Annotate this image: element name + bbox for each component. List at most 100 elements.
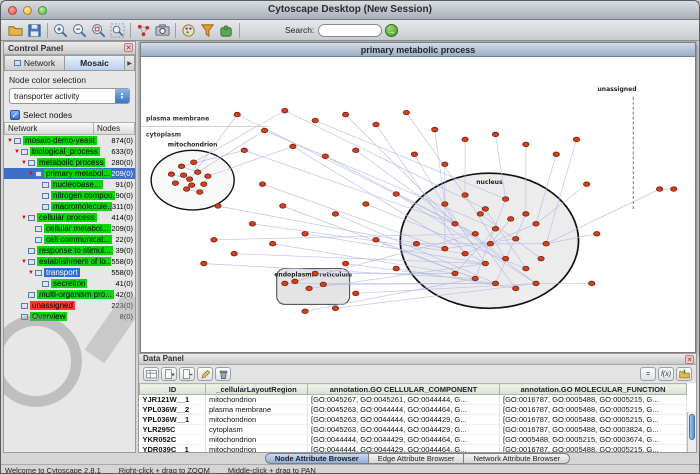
table-cell[interactable]: [GO:0016787, GO:0005488, GO:0005215, G..… bbox=[500, 395, 687, 405]
table-cell[interactable]: [GO:0045263, GO:0044444, GO:0044429, G..… bbox=[308, 425, 500, 435]
graph-node[interactable] bbox=[442, 202, 448, 207]
graph-node[interactable] bbox=[306, 286, 312, 291]
table-cell[interactable]: [GO:0016787, GO:0005488, GO:0005215, G..… bbox=[500, 445, 687, 453]
nodes-column-header[interactable]: Nodes bbox=[94, 122, 135, 135]
graph-node[interactable] bbox=[452, 271, 458, 276]
tree-row[interactable]: nucleobase...91(0) bbox=[4, 179, 135, 190]
graph-node[interactable] bbox=[249, 222, 255, 227]
expand-arrow-icon[interactable]: ▼ bbox=[6, 138, 14, 144]
graph-node[interactable] bbox=[442, 246, 448, 251]
graph-node[interactable] bbox=[342, 261, 348, 266]
table-cell[interactable]: plasma membrane bbox=[206, 405, 308, 415]
graph-edge[interactable] bbox=[315, 121, 505, 199]
graph-node[interactable] bbox=[270, 241, 276, 246]
graph-node[interactable] bbox=[442, 162, 448, 167]
expand-arrow-icon[interactable]: ▼ bbox=[20, 259, 28, 265]
graph-node[interactable] bbox=[671, 187, 677, 192]
zoom-out-icon[interactable] bbox=[70, 21, 89, 39]
expand-arrow-icon[interactable]: ▼ bbox=[13, 149, 21, 155]
graph-node[interactable] bbox=[168, 172, 174, 177]
graph-node[interactable] bbox=[411, 152, 417, 157]
graph-node[interactable] bbox=[573, 137, 579, 142]
tab-node-attribute-browser[interactable]: Node Attribute Browser bbox=[265, 453, 369, 464]
graph-node[interactable] bbox=[332, 306, 338, 311]
graph-node[interactable] bbox=[261, 128, 267, 133]
table-cell[interactable]: [GO:0045263, GO:0044444, GO:0044429, G..… bbox=[308, 415, 500, 425]
graph-node[interactable] bbox=[205, 174, 211, 179]
tree-row[interactable]: multi-organism pro...42(0) bbox=[4, 289, 135, 300]
table-cell[interactable]: mitochondrion bbox=[206, 435, 308, 445]
graph-node[interactable] bbox=[302, 232, 308, 237]
tab-network-attribute-browser[interactable]: Network Attribute Browser bbox=[464, 453, 570, 464]
graph-node[interactable] bbox=[538, 256, 544, 261]
graph-node[interactable] bbox=[523, 266, 529, 271]
table-cell[interactable]: [GO:0005488, GO:0005215, GO:0003674, G..… bbox=[500, 435, 687, 445]
table-row[interactable]: YJR121W__1mitochondrion[GO:0045267, GO:0… bbox=[140, 395, 687, 405]
graph-node[interactable] bbox=[191, 160, 197, 165]
expand-arrow-icon[interactable]: ▼ bbox=[27, 270, 35, 276]
tree-row[interactable]: ▼establishment of lo...558(0) bbox=[4, 256, 135, 267]
graph-node[interactable] bbox=[487, 241, 493, 246]
graph-node[interactable] bbox=[492, 132, 498, 137]
delete-attribute-icon[interactable] bbox=[179, 367, 195, 381]
graph-node[interactable] bbox=[180, 173, 186, 178]
table-cell[interactable]: YKR052C bbox=[140, 435, 206, 445]
search-go-icon[interactable]: → bbox=[385, 24, 398, 37]
graph-node[interactable] bbox=[553, 152, 559, 157]
graph-node[interactable] bbox=[452, 222, 458, 227]
zoom-selected-icon[interactable] bbox=[89, 21, 108, 39]
graph-node[interactable] bbox=[523, 142, 529, 147]
table-row[interactable]: YLR295Ccytoplasm[GO:0045263, GO:0044444,… bbox=[140, 425, 687, 435]
table-cell[interactable]: mitochondrion bbox=[206, 415, 308, 425]
graph-node[interactable] bbox=[211, 237, 217, 242]
graph-node[interactable] bbox=[280, 204, 286, 209]
tree-row[interactable]: macromolecule...311(0) bbox=[4, 201, 135, 212]
column-header[interactable]: _cellularLayoutRegion bbox=[206, 384, 308, 395]
graph-node[interactable] bbox=[312, 271, 318, 276]
tab-edge-attribute-browser[interactable]: Edge Attribute Browser bbox=[369, 453, 465, 464]
save-session-icon[interactable] bbox=[25, 21, 44, 39]
tree-row[interactable]: ▼primary metabol...209(0) bbox=[4, 168, 135, 179]
graph-node[interactable] bbox=[656, 187, 662, 192]
table-row[interactable]: YDR039C__1mitochondrion[GO:0044444, GO:0… bbox=[140, 445, 687, 453]
graph-node[interactable] bbox=[462, 193, 468, 198]
graph-node[interactable] bbox=[413, 241, 419, 246]
table-cell[interactable]: [GO:0045267, GO:0045261, GO:0044444, G..… bbox=[308, 395, 500, 405]
graph-node[interactable] bbox=[312, 118, 318, 123]
network-frame-title[interactable]: primary metabolic process bbox=[141, 43, 695, 57]
tree-row[interactable]: ▼cellular process414(0) bbox=[4, 212, 135, 223]
search-input[interactable] bbox=[318, 24, 382, 37]
tree-row[interactable]: cell communicat...22(0) bbox=[4, 234, 135, 245]
tree-row[interactable]: Overview8(0) bbox=[4, 311, 135, 322]
table-cell[interactable]: [GO:0045263, GO:0044444, GO:0044464, G..… bbox=[308, 405, 500, 415]
network-canvas[interactable]: mitochondrionnucleusendoplasmic reticulu… bbox=[141, 57, 695, 352]
tree-row[interactable]: secretion41(0) bbox=[4, 278, 135, 289]
graph-node[interactable] bbox=[231, 251, 237, 256]
delete-values-icon[interactable] bbox=[215, 367, 231, 381]
graph-node[interactable] bbox=[332, 212, 338, 217]
table-cell[interactable]: YJR121W__1 bbox=[140, 395, 206, 405]
graph-edge[interactable] bbox=[346, 115, 455, 224]
tab-overflow-icon[interactable]: ▶ bbox=[125, 55, 135, 71]
table-cell[interactable]: [GO:0044444, GO:0044429, GO:0044464, G..… bbox=[308, 445, 500, 453]
graph-node[interactable] bbox=[583, 182, 589, 187]
create-attribute-icon[interactable] bbox=[161, 367, 177, 381]
network-overview-icon[interactable] bbox=[134, 21, 153, 39]
table-cell[interactable]: cytoplasm bbox=[206, 425, 308, 435]
tree-row[interactable]: response to stimul...39(0) bbox=[4, 245, 135, 256]
graph-node[interactable] bbox=[342, 112, 348, 117]
tree-row[interactable]: ▼metabolic process280(0) bbox=[4, 157, 135, 168]
graph-node[interactable] bbox=[492, 227, 498, 232]
table-cell[interactable]: mitochondrion bbox=[206, 445, 308, 453]
graph-node[interactable] bbox=[241, 148, 247, 153]
column-header[interactable]: annotation.GO MOLECULAR_FUNCTION bbox=[500, 384, 687, 395]
table-vertical-scrollbar[interactable] bbox=[687, 412, 696, 452]
graph-node[interactable] bbox=[513, 236, 519, 241]
graph-node[interactable] bbox=[477, 212, 483, 217]
function-builder-icon[interactable]: f(x) bbox=[658, 367, 674, 381]
data-panel-close-icon[interactable]: ✕ bbox=[685, 355, 694, 364]
table-cell[interactable]: mitochondrion bbox=[206, 395, 308, 405]
minimize-window-button[interactable] bbox=[23, 6, 32, 15]
network-canvas-svg[interactable]: mitochondrionnucleusendoplasmic reticulu… bbox=[141, 57, 695, 352]
graph-node[interactable] bbox=[492, 281, 498, 286]
